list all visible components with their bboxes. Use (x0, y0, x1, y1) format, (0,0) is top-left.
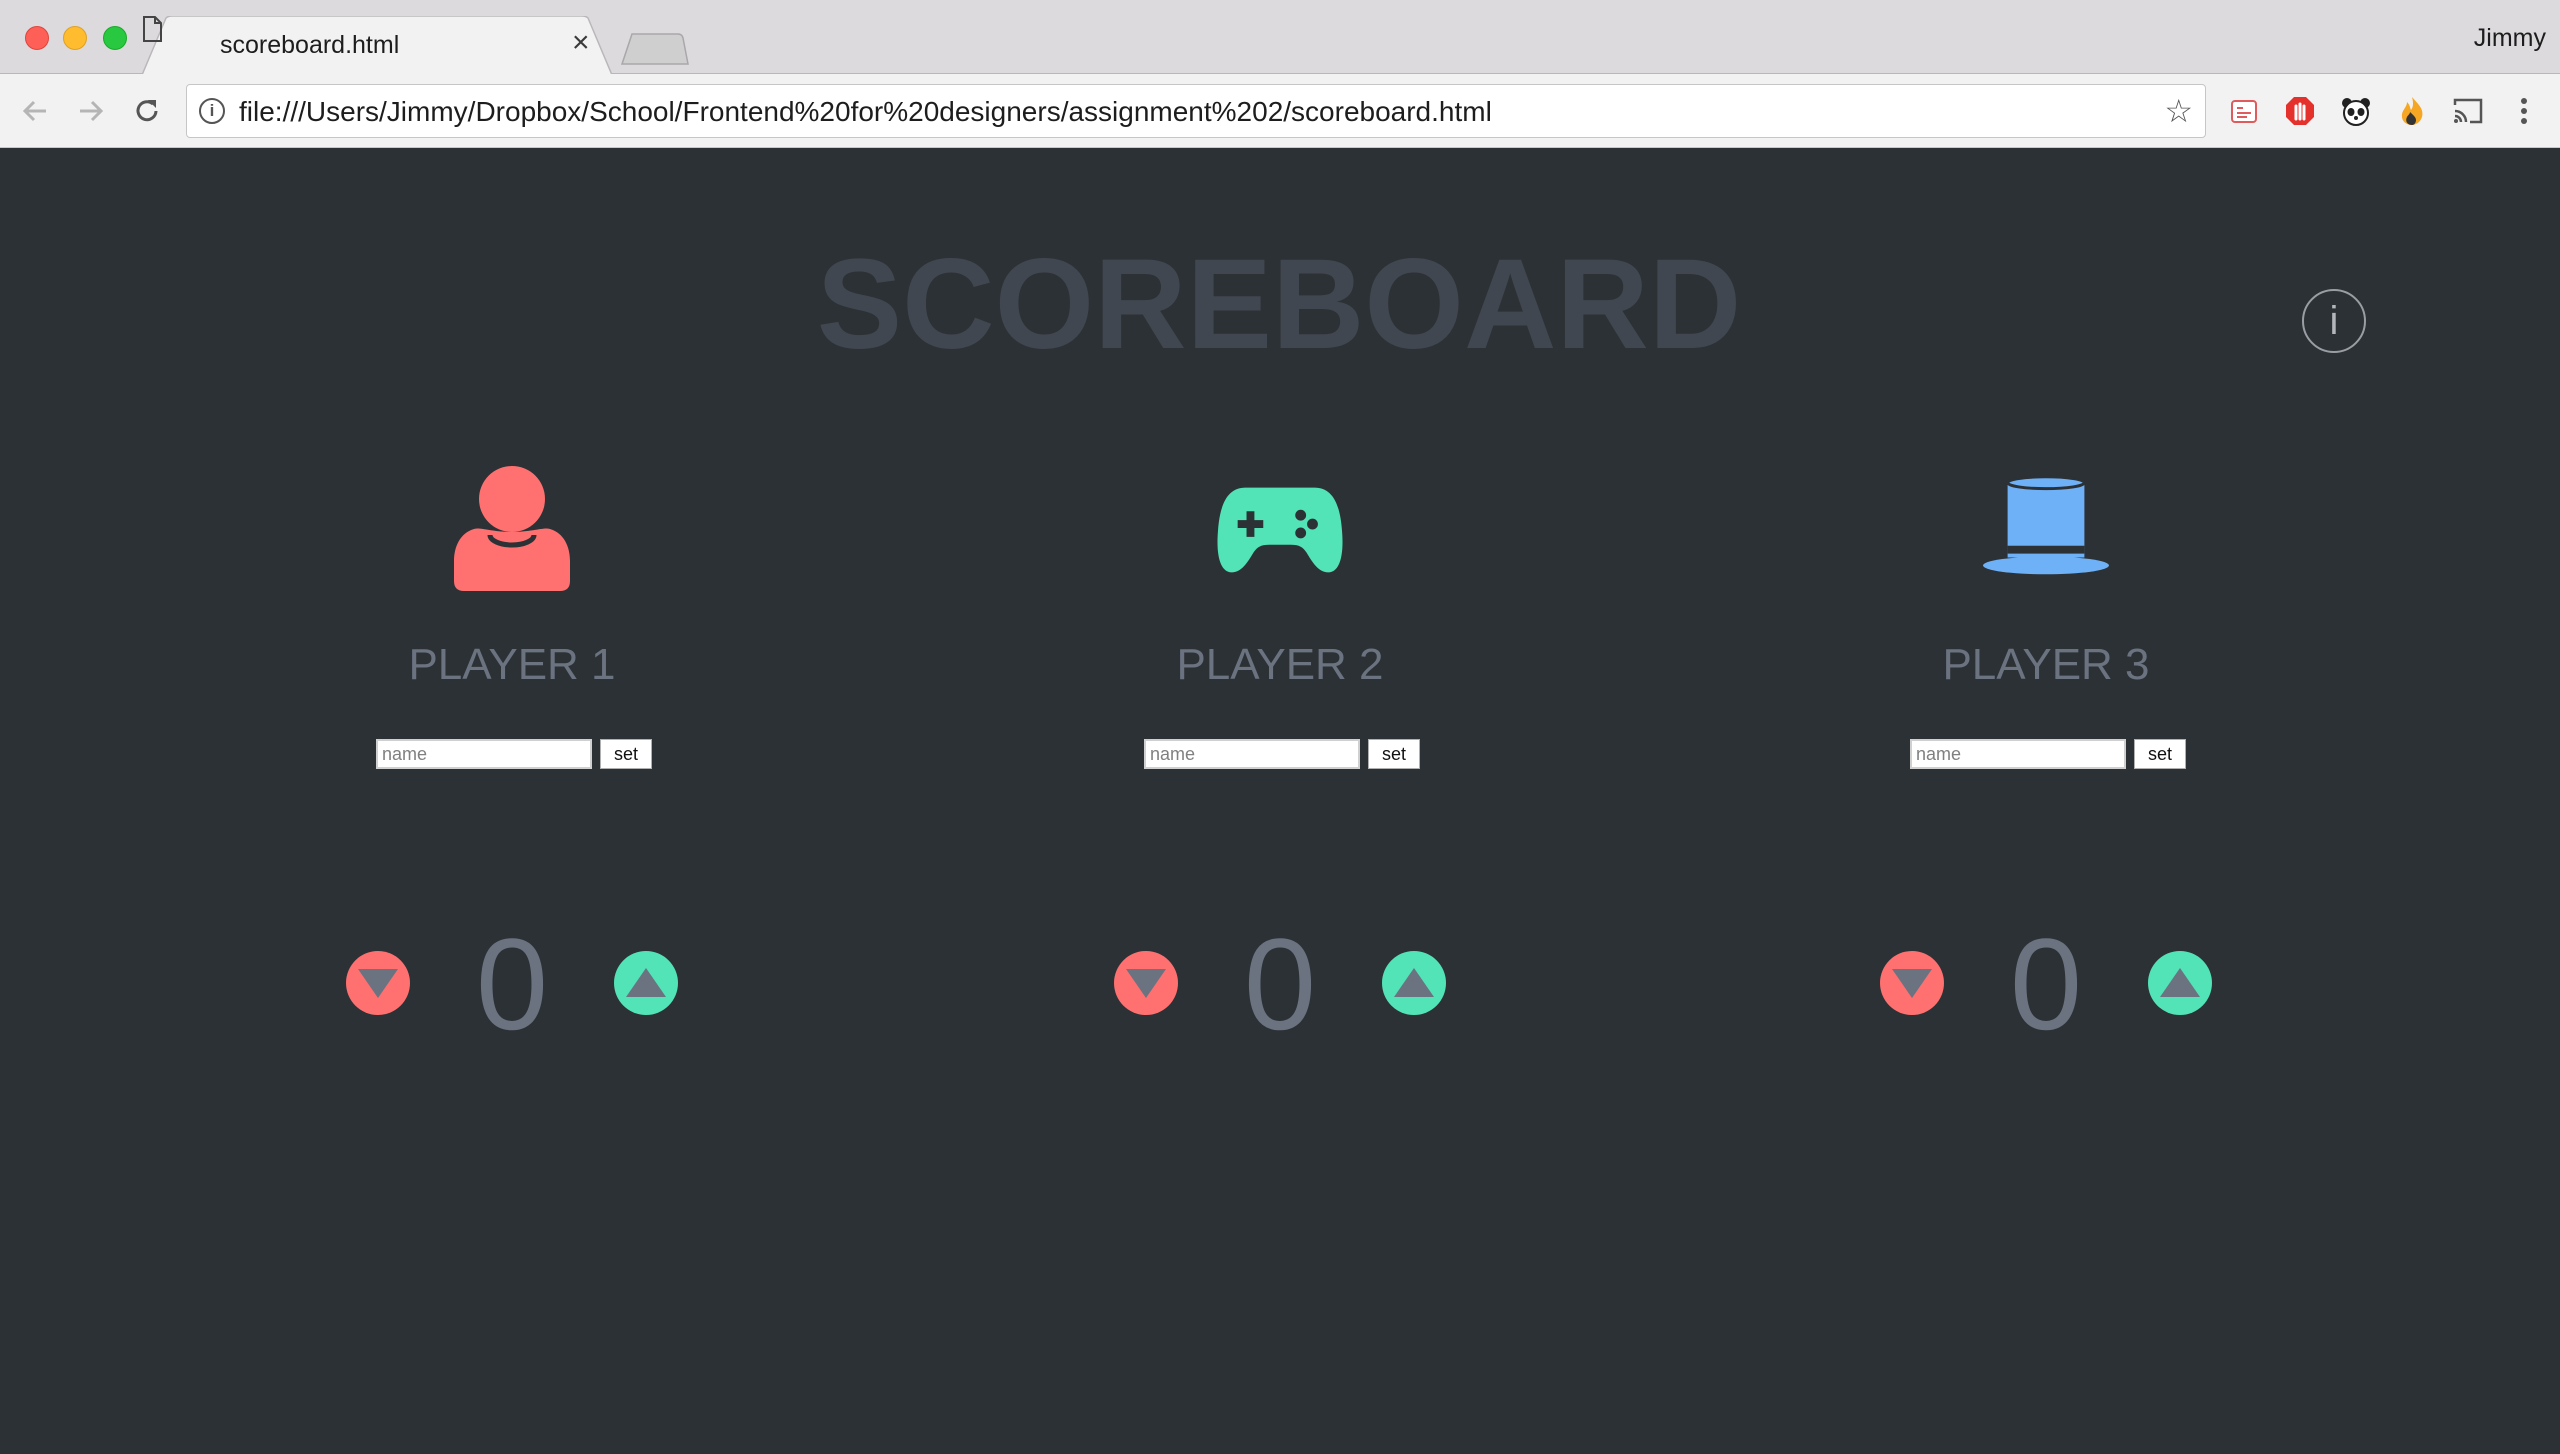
back-button[interactable] (16, 92, 54, 130)
adblock-icon-graphic (2286, 97, 2314, 125)
window-close-button[interactable] (25, 26, 49, 50)
user-icon (448, 465, 576, 593)
reload-icon (136, 100, 158, 122)
flame-icon-graphic (2401, 97, 2423, 125)
player-label: PLAYER 1 (408, 640, 616, 689)
reload-button[interactable] (128, 92, 166, 130)
set-name-button[interactable]: set (600, 739, 652, 769)
menu-icon[interactable] (2505, 92, 2543, 130)
tab-bar: scoreboard.html × Jimmy (0, 0, 2560, 75)
page-content: SCOREBOARD i PLAYER 1 set 0 (0, 149, 2560, 1454)
file-icon (143, 16, 162, 42)
player-score: 0 (475, 911, 549, 1057)
arrow-right-icon (80, 100, 104, 122)
lastpass-icon[interactable] (2225, 92, 2263, 130)
set-name-button[interactable]: set (1368, 739, 1420, 769)
increment-score-button[interactable] (614, 951, 678, 1015)
increment-score-button[interactable] (2148, 951, 2212, 1015)
tab-scoreboard[interactable]: scoreboard.html × (142, 16, 622, 75)
increment-score-button[interactable] (1382, 951, 1446, 1015)
decrement-score-button[interactable] (1114, 951, 1178, 1015)
arrow-left-icon (22, 100, 46, 122)
url-text[interactable]: file:///Users/Jimmy/Dropbox/School/Front… (239, 96, 1492, 128)
user-icon-graphic (454, 466, 570, 591)
triangle-down-icon (358, 969, 398, 998)
player-score: 0 (1243, 911, 1317, 1057)
player-card: PLAYER 2 set 0 (1030, 149, 1530, 1454)
site-info-icon[interactable]: i (199, 98, 225, 124)
new-tab-button[interactable] (620, 32, 690, 66)
triangle-down-icon (1126, 969, 1166, 998)
player-card: PLAYER 3 set 0 (1796, 149, 2296, 1454)
address-bar[interactable]: i file:///Users/Jimmy/Dropbox/School/Fro… (186, 84, 2206, 138)
browser-toolbar: i file:///Users/Jimmy/Dropbox/School/Fro… (0, 74, 2560, 148)
window-minimize-button[interactable] (63, 26, 87, 50)
window-maximize-button[interactable] (103, 26, 127, 50)
bookmark-star-icon[interactable]: ☆ (2164, 95, 2193, 127)
player-label: PLAYER 3 (1942, 640, 2150, 689)
player-label: PLAYER 2 (1176, 640, 1384, 689)
cast-icon-graphic (2453, 98, 2483, 124)
player-name-input[interactable] (1910, 739, 2126, 769)
cast-icon[interactable] (2449, 92, 2487, 130)
profile-name[interactable]: Jimmy (2474, 24, 2546, 53)
forward-button[interactable] (72, 92, 110, 130)
player-name-input[interactable] (376, 739, 592, 769)
top-hat-icon-graphic (1982, 475, 2110, 575)
info-button[interactable]: i (2302, 289, 2366, 353)
tab-close-icon[interactable]: × (572, 28, 590, 58)
player-score: 0 (2009, 911, 2083, 1057)
gamepad-icon (1216, 465, 1344, 593)
flame-icon[interactable] (2393, 92, 2431, 130)
kebab-menu-icon (2521, 98, 2527, 124)
set-name-button[interactable]: set (2134, 739, 2186, 769)
tab-title: scoreboard.html (220, 31, 400, 59)
player-card: PLAYER 1 set 0 (262, 149, 762, 1454)
panda-icon[interactable] (2337, 92, 2375, 130)
decrement-score-button[interactable] (1880, 951, 1944, 1015)
triangle-up-icon (1394, 968, 1434, 997)
player-name-input[interactable] (1144, 739, 1360, 769)
panda-icon-graphic (2342, 98, 2370, 126)
adblock-icon[interactable] (2281, 92, 2319, 130)
gamepad-icon-graphic (1217, 487, 1343, 573)
top-hat-icon (1982, 465, 2110, 593)
triangle-up-icon (626, 968, 666, 997)
triangle-down-icon (1892, 969, 1932, 998)
triangle-up-icon (2160, 968, 2200, 997)
decrement-score-button[interactable] (346, 951, 410, 1015)
lastpass-icon-graphic (2231, 100, 2257, 123)
